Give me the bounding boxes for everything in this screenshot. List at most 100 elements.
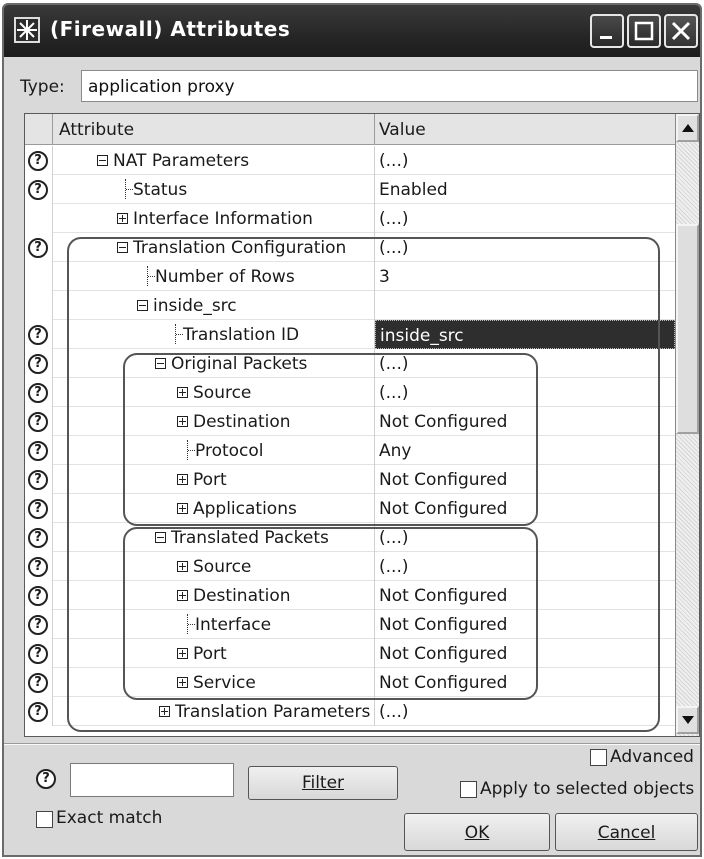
table-row[interactable]: ? Translation Parameters (...)	[25, 697, 675, 726]
filter-help[interactable]: ?	[36, 767, 62, 793]
advanced-checkbox[interactable]	[590, 749, 607, 766]
help-cell: ?	[25, 465, 53, 494]
filter-input[interactable]	[70, 763, 234, 797]
value-cell[interactable]: Any	[375, 436, 675, 465]
value-cell[interactable]: (...)	[375, 233, 675, 262]
value-cell[interactable]: (...)	[375, 146, 675, 175]
table-row[interactable]: ? Translated Packets (...)	[25, 523, 675, 552]
help-icon[interactable]: ?	[28, 499, 48, 519]
value-cell[interactable]: (...)	[375, 349, 675, 378]
collapse-icon[interactable]	[155, 532, 166, 543]
attribute-label: Port	[193, 644, 227, 664]
value-cell[interactable]	[375, 291, 675, 320]
help-icon[interactable]: ?	[28, 702, 48, 722]
help-icon[interactable]: ?	[28, 180, 48, 200]
collapse-icon[interactable]	[137, 300, 148, 311]
tree-branch-icon	[187, 614, 195, 634]
table-row[interactable]: ? Service Not Configured	[25, 668, 675, 697]
help-icon[interactable]: ?	[28, 354, 48, 374]
header-value[interactable]: Value	[375, 114, 675, 145]
expand-icon[interactable]	[177, 561, 188, 572]
table-row[interactable]: ? Destination Not Configured	[25, 581, 675, 610]
help-icon[interactable]: ?	[28, 412, 48, 432]
collapse-icon[interactable]	[155, 358, 166, 369]
exact-match-label[interactable]: Exact match	[56, 808, 162, 828]
table-row[interactable]: ? Translation Configuration (...)	[25, 233, 675, 262]
table-row[interactable]: ? Port Not Configured	[25, 465, 675, 494]
help-icon[interactable]: ?	[28, 528, 48, 548]
table-row[interactable]: ? Translation ID inside_src	[25, 320, 675, 349]
advanced-label[interactable]: Advanced	[610, 747, 694, 767]
help-icon[interactable]: ?	[28, 151, 48, 171]
help-icon[interactable]: ?	[28, 673, 48, 693]
value-cell[interactable]: Not Configured	[375, 494, 675, 523]
help-icon[interactable]: ?	[28, 383, 48, 403]
filter-button[interactable]: Filter	[248, 766, 398, 800]
value-cell[interactable]: Not Configured	[375, 668, 675, 697]
exact-match-checkbox[interactable]	[36, 811, 53, 828]
value-cell[interactable]: Not Configured	[375, 639, 675, 668]
value-cell[interactable]: (...)	[375, 697, 675, 726]
value-cell[interactable]: (...)	[375, 204, 675, 233]
header-attribute[interactable]: Attribute	[53, 114, 375, 145]
collapse-icon[interactable]	[117, 242, 128, 253]
expand-icon[interactable]	[177, 387, 188, 398]
help-icon[interactable]: ?	[28, 557, 48, 577]
expand-icon[interactable]	[177, 590, 188, 601]
table-row[interactable]: Number of Rows 3	[25, 262, 675, 291]
attribute-label: Protocol	[195, 441, 264, 461]
ok-button[interactable]: OK	[404, 813, 550, 851]
attribute-label: Translation Configuration	[133, 238, 347, 258]
expand-icon[interactable]	[177, 503, 188, 514]
table-row[interactable]: inside_src	[25, 291, 675, 320]
help-icon[interactable]: ?	[28, 615, 48, 635]
minimize-button[interactable]	[590, 14, 624, 48]
table-row[interactable]: ? Port Not Configured	[25, 639, 675, 668]
cancel-button[interactable]: Cancel	[555, 813, 698, 851]
expand-icon[interactable]	[177, 416, 188, 427]
expand-icon[interactable]	[117, 213, 128, 224]
apply-selected-label[interactable]: Apply to selected objects	[480, 779, 694, 799]
table-row[interactable]: Interface Information (...)	[25, 204, 675, 233]
expand-icon[interactable]	[177, 648, 188, 659]
value-cell[interactable]: (...)	[375, 523, 675, 552]
maximize-button[interactable]	[627, 14, 661, 48]
expand-icon[interactable]	[177, 677, 188, 688]
attribute-cell: Status	[53, 175, 375, 204]
table-row[interactable]: ? Source (...)	[25, 552, 675, 581]
expand-icon[interactable]	[159, 706, 170, 717]
table-row[interactable]: ? Source (...)	[25, 378, 675, 407]
close-button[interactable]	[664, 14, 698, 48]
apply-selected-checkbox[interactable]	[460, 781, 477, 798]
value-cell[interactable]: Not Configured	[375, 581, 675, 610]
scroll-down-button[interactable]	[676, 706, 699, 734]
type-field[interactable]: application proxy	[81, 70, 698, 102]
value-cell[interactable]: Not Configured	[375, 407, 675, 436]
table-row[interactable]: ? NAT Parameters (...)	[25, 146, 675, 175]
value-cell[interactable]: inside_src	[375, 320, 675, 349]
value-cell[interactable]: (...)	[375, 378, 675, 407]
value-cell[interactable]: Not Configured	[375, 610, 675, 639]
value-cell[interactable]: Not Configured	[375, 465, 675, 494]
help-icon[interactable]: ?	[28, 238, 48, 258]
help-icon[interactable]: ?	[28, 325, 48, 345]
help-icon[interactable]: ?	[28, 586, 48, 606]
expand-icon[interactable]	[177, 474, 188, 485]
table-row[interactable]: ? Destination Not Configured	[25, 407, 675, 436]
vertical-scrollbar[interactable]	[675, 114, 699, 736]
help-icon[interactable]: ?	[28, 470, 48, 490]
help-icon[interactable]: ?	[28, 644, 48, 664]
table-row[interactable]: ? Original Packets (...)	[25, 349, 675, 378]
value-cell[interactable]: (...)	[375, 552, 675, 581]
table-row[interactable]: ? Applications Not Configured	[25, 494, 675, 523]
table-row[interactable]: ? Status Enabled	[25, 175, 675, 204]
help-icon[interactable]: ?	[28, 441, 48, 461]
value-cell[interactable]: 3	[375, 262, 675, 291]
table-row[interactable]: ? Interface Not Configured	[25, 610, 675, 639]
table-row[interactable]: ? Protocol Any	[25, 436, 675, 465]
scroll-up-button[interactable]	[676, 114, 699, 142]
scrollbar-thumb[interactable]	[676, 224, 699, 434]
collapse-icon[interactable]	[97, 155, 108, 166]
attribute-cell: Number of Rows	[53, 262, 375, 291]
value-cell[interactable]: Enabled	[375, 175, 675, 204]
